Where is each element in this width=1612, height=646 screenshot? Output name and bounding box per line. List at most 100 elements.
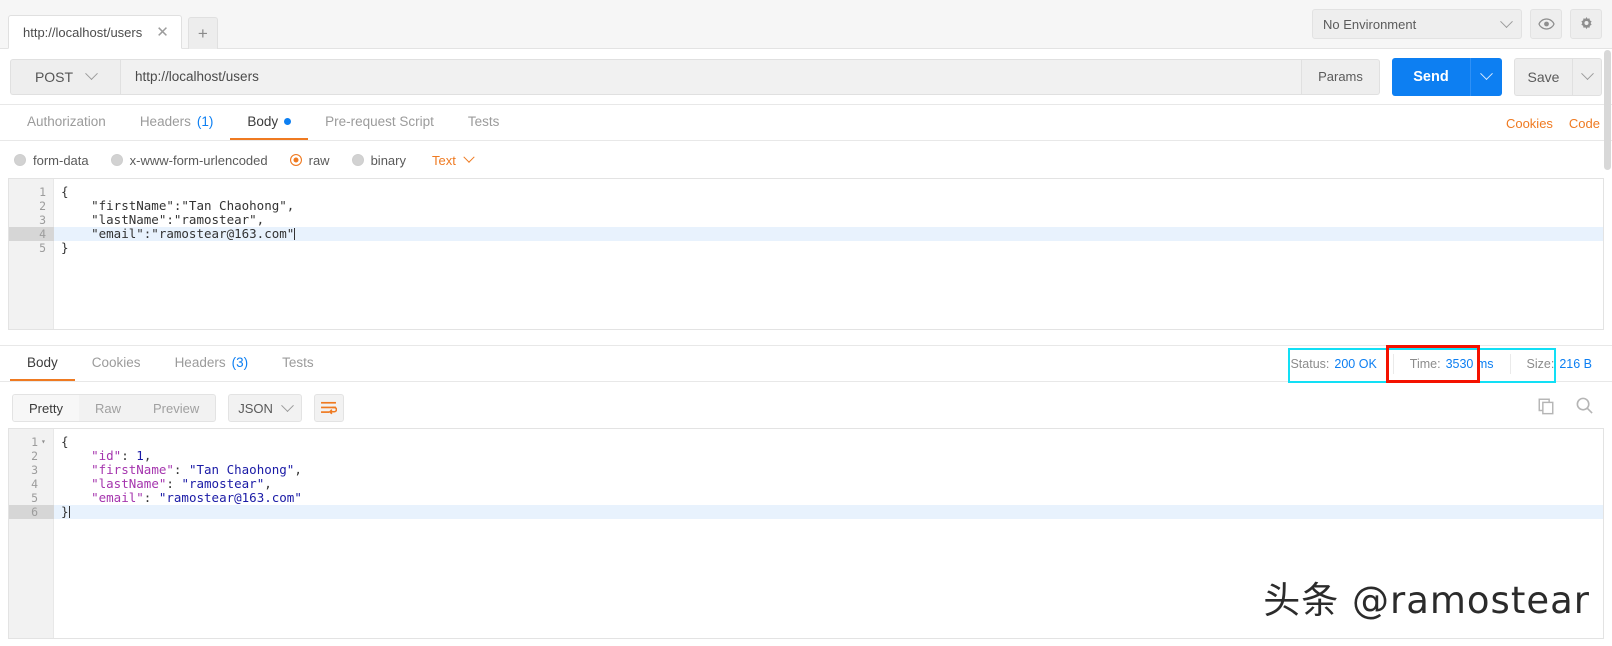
response-tab-cookies[interactable]: Cookies [75, 346, 158, 381]
chevron-down-icon [85, 67, 98, 81]
code-line: { [61, 435, 1603, 449]
code-line: { [61, 184, 69, 199]
response-format-select[interactable]: JSON [228, 394, 302, 422]
send-button[interactable]: Send [1392, 57, 1470, 96]
body-type-binary[interactable]: binary [351, 153, 406, 168]
code-line: } [61, 505, 1603, 519]
text-cursor [68, 506, 70, 518]
request-tabs: Authorization Headers (1) Body Pre-request S… [0, 105, 1612, 141]
request-tab-authorization[interactable]: Authorization [10, 105, 123, 140]
request-tab-body[interactable]: Body [230, 105, 309, 140]
request-body-editor[interactable]: 1 {2 "firstName":"Tan Chaohong", 3 "lastNa… [8, 178, 1604, 330]
search-button[interactable] [1575, 396, 1594, 420]
copy-icon [1538, 398, 1554, 414]
response-toolbar-actions [1537, 389, 1594, 427]
request-tabs-links: Cookies Code [1506, 105, 1600, 141]
radio-icon[interactable] [289, 154, 302, 166]
window-scrollbar[interactable] [1603, 50, 1612, 646]
response-tab-count: (3) [231, 355, 249, 370]
request-tab-tests[interactable]: Tests [451, 105, 517, 140]
environment-select[interactable]: No Environment [1312, 9, 1522, 39]
status-value: 200 OK [1334, 357, 1377, 371]
code-token: : [173, 462, 189, 477]
response-tabs: Body Cookies Headers (3) Tests Status: 200 O… [0, 345, 1612, 382]
environment-label: No Environment [1323, 16, 1417, 32]
body-type-x-www-form-urlencoded[interactable]: x-www-form-urlencoded [110, 153, 268, 168]
chevron-down-icon [463, 151, 475, 163]
code-token: "lastName" [91, 476, 167, 491]
environment-quick-look-button[interactable] [1530, 9, 1562, 39]
time-cell: Time: 3530 ms [1394, 354, 1511, 374]
status-cell: Status: 200 OK [1274, 354, 1394, 374]
code-token: : [166, 476, 182, 491]
word-wrap-icon [321, 401, 338, 415]
code-token: : [143, 490, 159, 505]
raw-format-label: Text [432, 152, 456, 168]
response-view-mode-pretty[interactable]: Pretty [13, 395, 79, 421]
code-token: "Tan Chaohong" [188, 462, 295, 477]
request-tab-pre-request-script[interactable]: Pre-request Script [308, 105, 451, 140]
body-type-row: form-data x-www-form-urlencoded raw binary … [0, 141, 1612, 179]
raw-format-select[interactable]: Text [432, 151, 475, 168]
chevron-down-icon [281, 398, 294, 412]
response-tab-headers[interactable]: Headers (3) [158, 346, 266, 381]
url-input[interactable]: http://localhost/users [120, 58, 1302, 95]
response-view-mode-preview[interactable]: Preview [137, 395, 215, 421]
response-tab-body[interactable]: Body [10, 346, 75, 381]
radio-icon[interactable] [351, 154, 364, 166]
settings-button[interactable] [1570, 9, 1602, 39]
cookies-link[interactable]: Cookies [1506, 116, 1553, 131]
http-method-label: POST [34, 68, 74, 85]
code-token: "ramostear@163.com" [158, 490, 302, 505]
response-toolbar: Pretty Raw Preview JSON [0, 389, 1612, 427]
code-token: "email" [91, 490, 144, 505]
response-tab-tests[interactable]: Tests [265, 346, 331, 381]
params-button[interactable]: Params [1302, 58, 1380, 95]
code-line: "email":"ramostear@163.com" [61, 226, 296, 241]
request-tab-label: http://localhost/users [23, 24, 143, 40]
response-status-bar: Status: 200 OK Time: 3530 ms Size: 216 B [1274, 346, 1612, 382]
request-tab-label: Headers [139, 114, 191, 129]
response-view-mode-raw[interactable]: Raw [79, 395, 137, 421]
save-options-button[interactable] [1572, 57, 1602, 96]
line-number: 2 [31, 449, 38, 463]
new-tab-button[interactable]: + [187, 17, 218, 49]
body-type-raw[interactable]: raw [289, 153, 330, 168]
request-tab-strip: http://localhost/users ✕ + [0, 0, 218, 49]
code-token: "id" [91, 448, 122, 463]
watermark: 头条 @ramostear [1263, 579, 1590, 622]
line-number: 4 [39, 227, 46, 241]
line-number: 3 [31, 463, 38, 477]
request-tab-label: Authorization [27, 114, 106, 129]
search-icon [1576, 397, 1593, 414]
request-tab[interactable]: http://localhost/users ✕ [8, 15, 182, 49]
line-number: 1 [31, 435, 38, 449]
size-value: 216 B [1559, 357, 1592, 371]
line-number: 3 [39, 213, 46, 227]
save-button-group: Save [1514, 57, 1602, 96]
body-type-form-data[interactable]: form-data [14, 153, 89, 168]
save-button[interactable]: Save [1514, 57, 1572, 96]
eye-icon [1537, 18, 1555, 30]
close-icon[interactable]: ✕ [156, 24, 169, 40]
request-tab-headers[interactable]: Headers (1) [123, 105, 231, 140]
code-line: "id": 1, [61, 449, 1603, 463]
gear-icon [1580, 16, 1592, 29]
chevron-down-icon [1480, 67, 1493, 81]
scrollbar-thumb[interactable] [1604, 50, 1611, 170]
send-options-button[interactable] [1470, 57, 1502, 96]
code-fold-icon[interactable]: ▾ [41, 435, 46, 449]
code-link[interactable]: Code [1569, 116, 1600, 131]
word-wrap-toggle[interactable] [313, 394, 344, 422]
response-tab-label: Headers [174, 355, 226, 370]
response-tab-label: Cookies [91, 355, 141, 370]
status-label: Status: [1290, 357, 1330, 371]
copy-button[interactable] [1537, 397, 1555, 420]
radio-icon[interactable] [110, 154, 123, 166]
http-method-select[interactable]: POST [10, 58, 120, 95]
radio-icon[interactable] [14, 154, 26, 166]
code-line: "firstName":"Tan Chaohong", [61, 198, 295, 213]
